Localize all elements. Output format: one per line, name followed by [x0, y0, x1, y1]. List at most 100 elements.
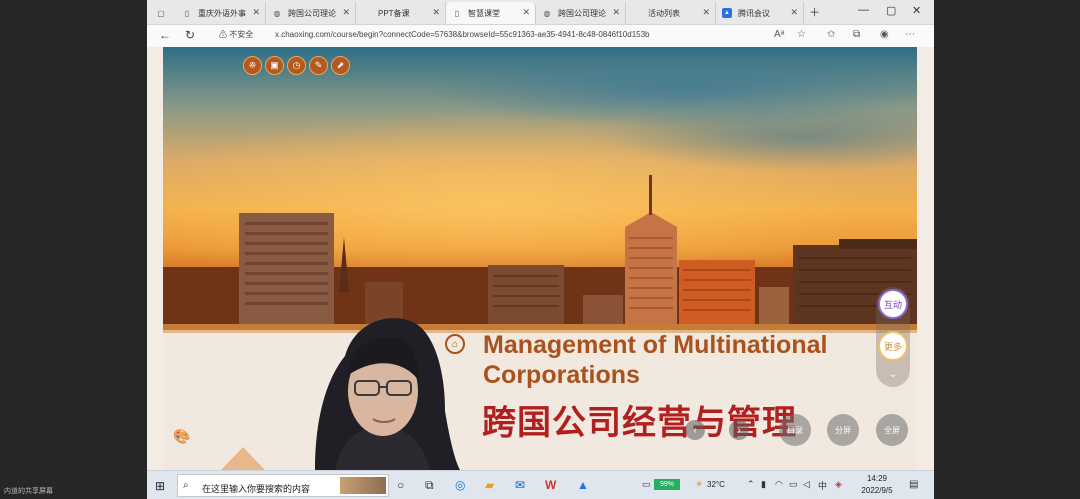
back-icon[interactable]: ←	[159, 28, 171, 42]
globe-icon: ◍	[273, 8, 281, 18]
wifi-icon[interactable]: ◠	[775, 479, 783, 490]
tab-label: PPT备课	[378, 8, 410, 18]
close-icon[interactable]: ✕	[612, 7, 620, 18]
clock-date: 2022/9/5	[861, 486, 893, 495]
close-icon[interactable]: ✕	[432, 7, 440, 18]
minimize-icon[interactable]: —	[858, 4, 869, 16]
address-bar: ← ↻ ⚠ 不安全 x.chaoxing.com/course/begin?co…	[147, 25, 934, 48]
toc-button[interactable]: 目录	[779, 414, 811, 446]
document-icon: ▯	[454, 8, 460, 18]
edit-icon[interactable]: ✎	[309, 56, 328, 75]
windows-taskbar: ⊞ ⌕ 在这里输入你要搜索的内容 ○ ⧉ ◎ ▰ ✉ W ▲ ▭ 99% ☀ 3…	[147, 470, 934, 499]
slide-title-en: Management of Multinational Corporations	[483, 331, 828, 389]
tab-label: 腾讯会议	[738, 8, 770, 18]
chevron-up-icon[interactable]: ⌃	[747, 479, 755, 490]
tab-actions-icon: ▢	[157, 8, 165, 18]
menu-icon[interactable]: ⋯	[905, 29, 915, 40]
tab-label: 重庆外语外事	[198, 8, 246, 18]
tab-bar: ▢ ▯ 重庆外语外事 ✕ ◍ 跨国公司理论 ✕ PPT备课 ✕ ▯ 智慧课堂 ✕ ◍ 跨国公司理…	[147, 0, 934, 25]
tencent-meeting-icon[interactable]: ▲	[577, 478, 589, 492]
tab-ppt[interactable]: PPT备课 ✕	[356, 2, 446, 24]
close-icon[interactable]: ✕	[790, 7, 798, 18]
mail-icon[interactable]: ✉	[515, 478, 525, 492]
picture-icon[interactable]: ▣	[265, 56, 284, 75]
edge-icon[interactable]: ◎	[455, 478, 465, 492]
fullscreen-button[interactable]: 全屏	[876, 414, 908, 446]
profile-icon[interactable]: ◉	[880, 29, 889, 40]
slide-toolbar: ꔮ ▣ ◷ ✎ ⬈	[243, 56, 350, 75]
notification-icon[interactable]: ▤	[909, 479, 918, 490]
wps-icon[interactable]: W	[545, 478, 556, 492]
tab-course-theory[interactable]: ◍ 跨国公司理论 ✕	[266, 2, 356, 24]
chart-icon[interactable]: ⬈	[331, 56, 350, 75]
close-icon[interactable]: ✕	[342, 7, 350, 18]
favorites-icon[interactable]: ✩	[827, 29, 835, 40]
temperature[interactable]: 32°C	[707, 480, 725, 489]
search-placeholder: 在这里输入你要搜索的内容	[202, 484, 311, 494]
palette-icon[interactable]: 🎨	[173, 428, 190, 445]
left-letterbox	[0, 0, 147, 499]
security-label: 不安全	[229, 30, 254, 39]
browser-window: ▢ ▯ 重庆外语外事 ✕ ◍ 跨国公司理论 ✕ PPT备课 ✕ ▯ 智慧课堂 ✕ ◍ 跨国公司理…	[147, 0, 934, 499]
globe-icon: ◍	[543, 8, 551, 18]
tencent-meeting-icon: ▲	[722, 8, 732, 18]
network-icon[interactable]: ▭	[789, 479, 798, 490]
tab-actions-button[interactable]: ▢	[150, 2, 174, 24]
battery-level: 99%	[654, 479, 680, 490]
ime-icon[interactable]: 中	[818, 479, 827, 492]
search-highlight-image	[340, 477, 386, 494]
favorite-icon[interactable]: ☆	[797, 29, 806, 40]
weather-icon[interactable]: ☀	[695, 479, 703, 490]
taskbar-search[interactable]: ⌕ 在这里输入你要搜索的内容	[177, 474, 389, 497]
slide-title-cn: 跨国公司经营与管理	[482, 404, 797, 442]
slide: ꔮ ▣ ◷ ✎ ⬈ ⌂ Management of Multinational …	[163, 47, 917, 470]
tab-chongqing[interactable]: ▯ 重庆外语外事 ✕	[176, 2, 266, 24]
split-button[interactable]: 分屏	[827, 414, 859, 446]
read-aloud-icon[interactable]: Aᵃ	[774, 29, 784, 40]
tab-course-theory-2[interactable]: ◍ 跨国公司理论 ✕	[536, 2, 626, 24]
presenter-video	[315, 318, 460, 470]
close-icon[interactable]: ✕	[702, 7, 710, 18]
document-icon: ▯	[184, 8, 190, 18]
tab-label: 智慧课堂	[468, 8, 500, 18]
refresh-icon[interactable]: ↻	[185, 28, 195, 42]
decor-triangle	[221, 447, 265, 470]
security-indicator[interactable]: ⚠ 不安全	[219, 29, 253, 40]
cortana-icon[interactable]: ○	[397, 478, 404, 492]
search-icon: ⌕	[183, 480, 189, 491]
next-slide-button[interactable]: ›	[729, 420, 749, 440]
chevron-down-icon[interactable]: ⌄	[884, 367, 902, 381]
taskbar-clock[interactable]: 14:29 2022/9/5	[855, 473, 899, 497]
students-icon[interactable]: ꔮ	[243, 56, 262, 75]
tab-tencent-meeting[interactable]: ▲ 腾讯会议 ✕	[716, 2, 804, 24]
usb-icon[interactable]: ▮	[761, 479, 766, 490]
chevron-left-icon: ‹	[693, 424, 697, 436]
tab-label: 活动列表	[648, 8, 680, 18]
volume-icon[interactable]: ◁	[803, 479, 810, 490]
collections-icon[interactable]: ⧉	[853, 29, 860, 40]
clock-time: 14:29	[866, 474, 888, 483]
window-close-icon[interactable]: ✕	[912, 4, 921, 17]
share-caption: 内道的共享屏幕	[4, 488, 53, 495]
city-skyline	[163, 175, 917, 327]
close-icon[interactable]: ✕	[252, 7, 260, 18]
maximize-icon[interactable]: ▢	[886, 4, 896, 17]
file-explorer-icon[interactable]: ▰	[485, 478, 494, 492]
timer-icon[interactable]: ◷	[287, 56, 306, 75]
app-tray-icon[interactable]: ◈	[835, 479, 842, 490]
more-button[interactable]: 更多	[878, 331, 908, 361]
chevron-right-icon: ›	[737, 424, 741, 436]
interact-button[interactable]: 互动	[878, 289, 908, 319]
new-tab-icon[interactable]: ＋	[809, 4, 820, 20]
tab-activity-list[interactable]: 活动列表 ✕	[626, 2, 716, 24]
prev-slide-button[interactable]: ‹	[685, 420, 705, 440]
tab-label: 跨国公司理论	[558, 8, 606, 18]
close-icon[interactable]: ✕	[522, 7, 530, 18]
meeting-view: ꔮ ▣ ◷ ✎ ⬈ ⌂ Management of Multinational …	[147, 47, 934, 470]
tab-smart-classroom[interactable]: ▯ 智慧课堂 ✕	[446, 2, 536, 24]
windows-start-icon[interactable]: ⊞	[155, 479, 165, 493]
battery-icon[interactable]: ▭	[642, 479, 651, 490]
url-field[interactable]: x.chaoxing.com/course/begin?connectCode=…	[275, 30, 650, 39]
task-view-icon[interactable]: ⧉	[425, 478, 434, 493]
tab-label: 跨国公司理论	[288, 8, 336, 18]
